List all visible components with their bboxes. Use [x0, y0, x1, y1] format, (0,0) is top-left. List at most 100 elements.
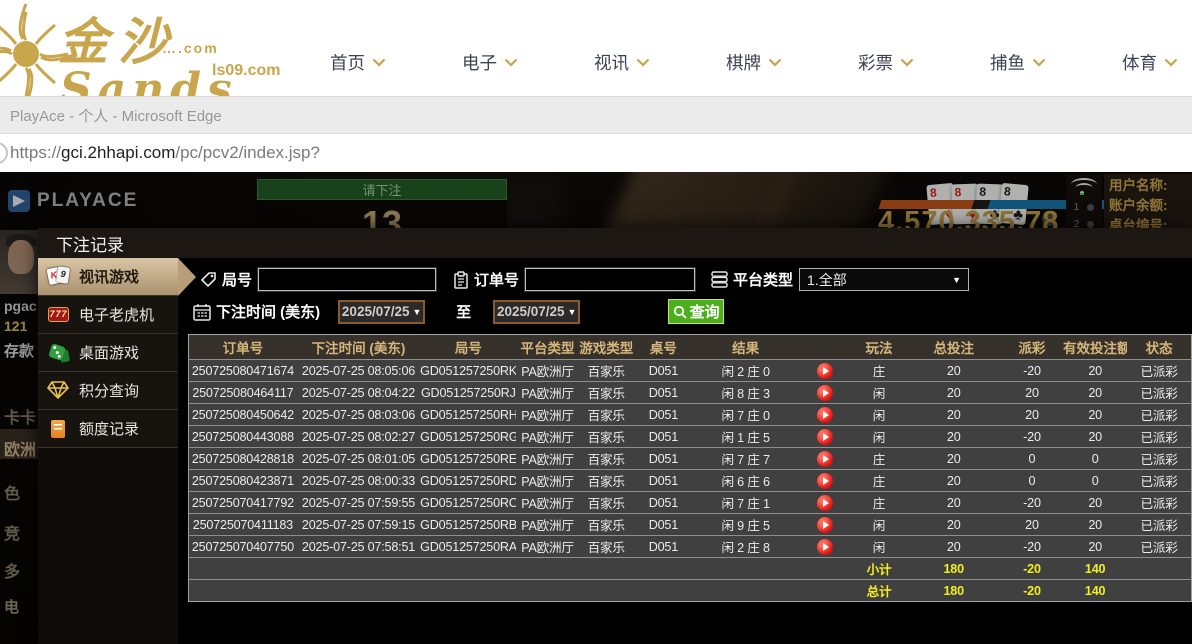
- cell-payout: 20: [1001, 514, 1063, 536]
- cell-total-label: 总计: [851, 580, 906, 602]
- platform-icon: [711, 271, 728, 288]
- address-bar[interactable]: https://gci.2hhapi.com/pc/pcv2/index.jsp…: [0, 134, 1192, 172]
- cell-payout: 20: [1001, 404, 1063, 426]
- cell-payout: 0: [1001, 470, 1063, 492]
- cell-bet: 20: [907, 536, 1001, 558]
- main-nav: 首页 电子 视讯 棋牌 彩票 捕鱼 体育: [330, 50, 1178, 75]
- search-icon: [673, 305, 687, 319]
- cell-table: D051: [634, 514, 693, 536]
- modal-body: K 9 视讯游戏 777 电子老虎机: [38, 258, 1192, 644]
- url-scheme: https://: [10, 143, 61, 163]
- cell-valid-bet: 20: [1063, 382, 1127, 404]
- table-header-cell: 游戏类型: [579, 335, 634, 360]
- gem-icon: [47, 380, 71, 402]
- cell-valid-bet: 20: [1063, 404, 1127, 426]
- cell-payout: -20: [1001, 360, 1063, 382]
- playing-cards-icon: K 9: [47, 266, 71, 288]
- cell-table: D051: [634, 448, 693, 470]
- cell-round: GD051257250RB: [420, 514, 516, 536]
- cell-game-type: 百家乐: [579, 360, 634, 382]
- cell-time: 2025-07-25 08:00:33: [297, 470, 420, 492]
- platform-label: 平台类型: [733, 269, 793, 290]
- date-from-picker[interactable]: 2025/07/25 ▼: [338, 300, 425, 324]
- sidebar-item-points[interactable]: 积分查询: [38, 372, 178, 410]
- cell-play: 闲: [851, 382, 906, 404]
- search-button[interactable]: 查询: [668, 299, 724, 324]
- cell-order: 250725080428818: [189, 448, 297, 470]
- round-input[interactable]: [258, 268, 436, 291]
- cell-replay: [798, 382, 851, 404]
- sidebar-item-quota-records[interactable]: 额度记录: [38, 410, 178, 448]
- chevron-down-icon: ▼: [568, 307, 577, 317]
- sidebar-item-video-games[interactable]: K 9 视讯游戏: [38, 258, 178, 296]
- cell-platform: PA欧洲厅: [516, 470, 578, 492]
- table-row: 250725080464117 2025-07-25 08:04:22 GD05…: [189, 382, 1192, 404]
- nav-item-sports[interactable]: 体育: [1122, 50, 1178, 75]
- cell-result: 闲 1 庄 5: [693, 426, 798, 448]
- table-header-cell: 玩法: [851, 335, 906, 360]
- cell-game-type: 百家乐: [579, 426, 634, 448]
- replay-button[interactable]: [817, 429, 833, 445]
- nav-item-live[interactable]: 视讯: [594, 50, 650, 75]
- replay-button[interactable]: [817, 517, 833, 533]
- chevron-down-icon: ▼: [413, 307, 422, 317]
- cell-game-type: 百家乐: [579, 448, 634, 470]
- replay-button[interactable]: [817, 495, 833, 511]
- cell-total-bet: 180: [907, 580, 1001, 602]
- cell-platform: PA欧洲厅: [516, 536, 578, 558]
- cell-replay: [798, 536, 851, 558]
- table-row: 250725080443088 2025-07-25 08:02:27 GD05…: [189, 426, 1192, 448]
- cell-game-type: 百家乐: [579, 404, 634, 426]
- cell-time: 2025-07-25 08:04:22: [297, 382, 420, 404]
- cell-table: D051: [634, 404, 693, 426]
- replay-button[interactable]: [817, 407, 833, 423]
- cell-subtotal-label: 小计: [851, 558, 906, 580]
- replay-button[interactable]: [817, 363, 833, 379]
- cell-replay: [798, 448, 851, 470]
- table-row: 250725080423871 2025-07-25 08:00:33 GD05…: [189, 470, 1192, 492]
- modal-title: 下注记录: [56, 231, 124, 256]
- cell-platform: PA欧洲厅: [516, 360, 578, 382]
- nav-item-fishing[interactable]: 捕鱼: [990, 50, 1046, 75]
- cell-replay: [798, 514, 851, 536]
- game-area: PLAYACE 请下注 13 8♦8♦8♣8♣ 4,570,335.78 12 …: [0, 172, 1192, 644]
- platform-select-value: 1.全部: [807, 270, 847, 290]
- table-header-cell: [798, 335, 851, 360]
- nav-item-slots[interactable]: 电子: [462, 50, 518, 75]
- cell-subtotal-payout: -20: [1001, 558, 1063, 580]
- cell-result: 闲 2 庄 8: [693, 536, 798, 558]
- clipboard-icon: [453, 271, 469, 289]
- replay-button[interactable]: [817, 385, 833, 401]
- cell-valid-bet: 20: [1063, 536, 1127, 558]
- window-titlebar: PlayAce - 个人 - Microsoft Edge: [0, 96, 1192, 134]
- cell-total-payout: -20: [1001, 580, 1063, 602]
- browser-nav-icon[interactable]: [0, 142, 8, 164]
- replay-button[interactable]: [817, 451, 833, 467]
- records-table-wrap: 订单号下注时间 (美东)局号平台类型游戏类型桌号结果玩法总投注派彩有效投注额状态…: [188, 334, 1192, 602]
- cell-platform: PA欧洲厅: [516, 492, 578, 514]
- cell-table: D051: [634, 426, 693, 448]
- platform-select[interactable]: 1.全部 ▼: [799, 268, 969, 291]
- cell-status: 已派彩: [1127, 514, 1191, 536]
- sidebar-item-table-games[interactable]: 桌面游戏: [38, 334, 178, 372]
- cell-result: 闲 7 庄 0: [693, 404, 798, 426]
- replay-button[interactable]: [817, 539, 833, 555]
- document-icon: [47, 418, 71, 440]
- chevron-down-icon: [1164, 58, 1178, 67]
- cell-total-valid: 140: [1063, 580, 1127, 602]
- replay-button[interactable]: [817, 473, 833, 489]
- chevron-down-icon: [504, 58, 518, 67]
- order-input[interactable]: [525, 268, 695, 291]
- nav-item-board-games[interactable]: 棋牌: [726, 50, 782, 75]
- modal-sidebar: K 9 视讯游戏 777 电子老虎机: [38, 258, 178, 644]
- cell-empty: [1127, 580, 1191, 602]
- cell-table: D051: [634, 536, 693, 558]
- nav-item-home[interactable]: 首页: [330, 50, 386, 75]
- cell-result: 闲 6 庄 6: [693, 470, 798, 492]
- cell-result: 闲 7 庄 7: [693, 448, 798, 470]
- nav-item-lottery[interactable]: 彩票: [858, 50, 914, 75]
- table-header-cell: 结果: [693, 335, 798, 360]
- sidebar-item-slots[interactable]: 777 电子老虎机: [38, 296, 178, 334]
- date-to-picker[interactable]: 2025/07/25 ▼: [493, 300, 580, 324]
- filters-row-2: 下注时间 (美东) 2025/07/25 ▼ 至 2025/07/25 ▼: [193, 299, 724, 324]
